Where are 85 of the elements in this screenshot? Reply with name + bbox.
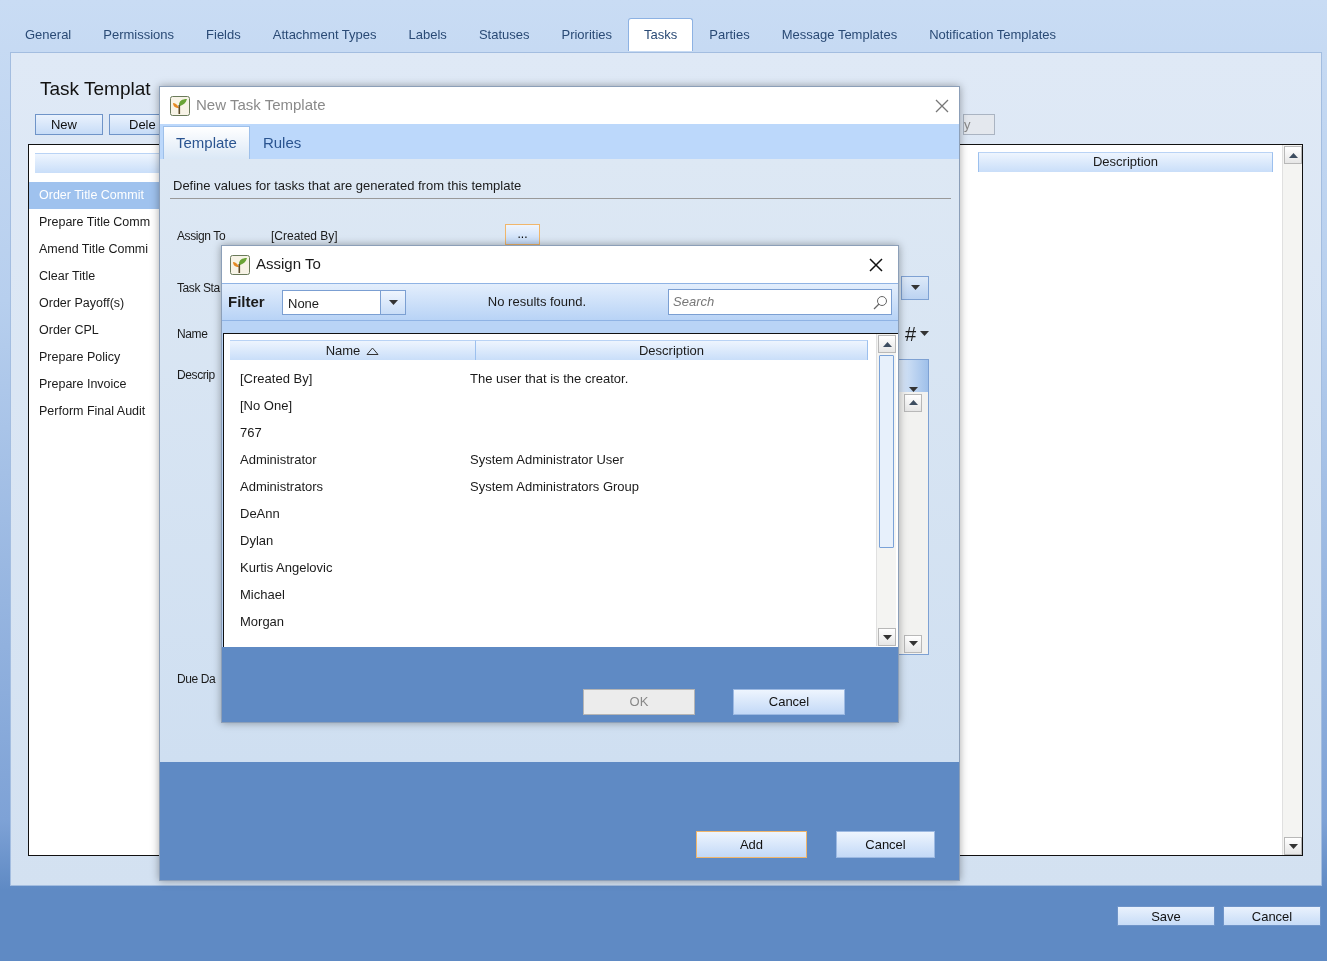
tab[interactable]: Labels: [392, 18, 463, 51]
caret-down-icon: [908, 641, 918, 646]
table-cell-text: DeAnn: [239, 504, 281, 523]
field-label: Task Sta: [177, 279, 220, 297]
tab[interactable]: Rules: [249, 126, 315, 159]
close-button[interactable]: [869, 257, 883, 272]
table-cell-text: 767: [239, 423, 263, 442]
table-cell-text: Dylan: [239, 531, 275, 550]
table-cell-text: Michael: [239, 585, 286, 604]
filter-dropdown[interactable]: None: [282, 289, 406, 315]
footer-button[interactable]: Save: [1117, 906, 1215, 926]
tab[interactable]: Template: [163, 126, 250, 159]
scroll-up-button[interactable]: [1284, 146, 1302, 164]
tab[interactable]: Message Templates: [765, 18, 914, 51]
table-cell-text: Kurtis Angelovic: [239, 558, 334, 577]
caret-up-icon: [1288, 152, 1298, 158]
scroll-down-button[interactable]: [904, 634, 922, 653]
caret-down-icon: [882, 634, 892, 640]
panel-title: Task Templat: [40, 77, 152, 101]
tab[interactable]: Permissions: [87, 18, 191, 51]
scroll-thumb[interactable]: [879, 355, 894, 548]
field-label: Descrip: [177, 366, 215, 384]
dialog-button[interactable]: Cancel: [733, 689, 845, 715]
toolbar-button[interactable]: New: [35, 114, 103, 135]
table-cell-text: [No One]: [239, 396, 294, 415]
table-cell-text: [Created By]: [239, 369, 314, 388]
table-cell-text: Administrators: [239, 477, 325, 496]
column-header[interactable]: Description: [978, 152, 1273, 172]
scroll-down-button[interactable]: [1284, 837, 1302, 855]
tab[interactable]: General: [9, 18, 88, 51]
number-symbol: #: [904, 323, 916, 344]
table-cell-text: System Administrators Group: [470, 477, 640, 496]
field-value: [Created By]: [271, 228, 339, 244]
tab[interactable]: Attachment Types: [256, 18, 393, 51]
leaf-icon: [230, 254, 250, 275]
dialog-button[interactable]: Cancel: [836, 831, 935, 858]
caret-up-icon: [882, 341, 892, 347]
sort-ascending-icon: [366, 346, 380, 355]
close-icon: [869, 257, 883, 272]
list-item[interactable]: Order CPL: [29, 317, 161, 344]
column-header[interactable]: Description: [476, 340, 868, 360]
field-label: Name: [177, 325, 208, 343]
column-header[interactable]: Name: [230, 340, 476, 360]
browse-button[interactable]: ...: [505, 223, 540, 245]
tab[interactable]: Priorities: [545, 18, 629, 51]
dropdown-button[interactable]: [899, 359, 928, 392]
list-item[interactable]: Perform Final Audit: [29, 398, 161, 425]
table-cell-text: Morgan: [239, 612, 286, 631]
instruction-text: Define values for tasks that are generated from this template: [170, 176, 951, 199]
list-item[interactable]: Amend Title Commi: [29, 236, 161, 263]
table-cell-text: Administrator: [239, 450, 318, 469]
dropdown-button[interactable]: [901, 275, 929, 300]
tab[interactable]: Fields: [190, 18, 257, 51]
caret-down-icon: [388, 299, 398, 305]
field-label: Due Da: [177, 670, 216, 688]
caret-down-icon: [1288, 843, 1298, 849]
list-item[interactable]: Prepare Invoice: [29, 371, 161, 398]
close-icon: [935, 98, 949, 113]
search-field[interactable]: Search: [668, 289, 892, 315]
scroll-down-button[interactable]: [878, 628, 896, 646]
list-item[interactable]: Clear Title: [29, 263, 161, 290]
caret-up-icon: [908, 400, 918, 405]
scroll-up-button[interactable]: [878, 335, 896, 353]
table-cell-text: System Administrator User: [470, 450, 624, 469]
caret-down-icon: [910, 285, 920, 290]
table-cell-text: The user that is the creator.: [470, 369, 629, 388]
field-label: Assign To: [177, 228, 226, 244]
list-item[interactable]: Prepare Title Comm: [29, 209, 161, 236]
tab[interactable]: Statuses: [462, 18, 546, 51]
tab[interactable]: Notification Templates: [913, 18, 1073, 51]
dialog-title: Assign To: [256, 254, 321, 275]
scrollbar[interactable]: [898, 358, 929, 655]
list-item[interactable]: Order Payoff(s): [29, 290, 161, 317]
list-item[interactable]: Prepare Policy: [29, 344, 161, 371]
tab[interactable]: Parties: [693, 18, 766, 51]
leaf-icon: [170, 95, 190, 116]
caret-down-icon: [920, 331, 929, 336]
filter-label: Filter: [228, 291, 266, 312]
dialog-button[interactable]: Add: [696, 831, 807, 858]
search-icon: [873, 294, 888, 310]
status-text: No results found.: [486, 293, 588, 312]
scroll-up-button[interactable]: [904, 393, 922, 412]
footer-button[interactable]: Cancel: [1223, 906, 1321, 926]
tab[interactable]: Tasks: [628, 18, 694, 51]
dialog-title: New Task Template: [196, 95, 326, 116]
